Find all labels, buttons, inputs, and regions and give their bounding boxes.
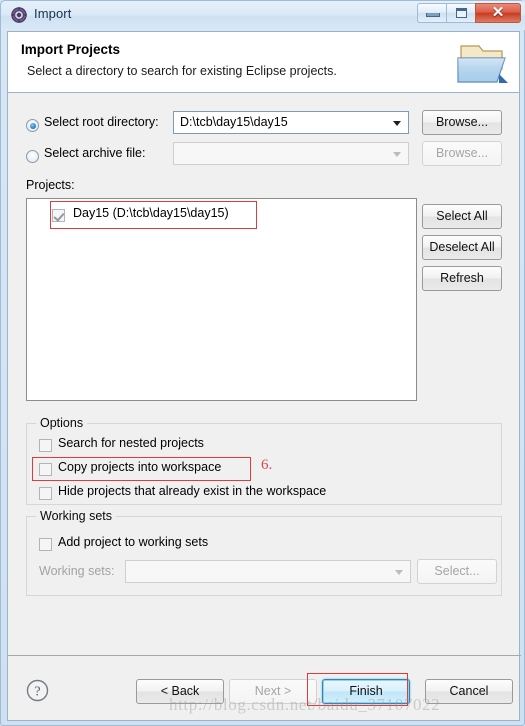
maximize-icon [456, 8, 467, 18]
chevron-down-icon [393, 152, 401, 157]
checkbox-add-project-to-working-sets[interactable] [39, 538, 52, 551]
label-select-archive-file: Select archive file: [44, 146, 146, 160]
label-select-root-directory: Select root directory: [44, 115, 159, 129]
cancel-button[interactable]: Cancel [425, 679, 513, 704]
maximize-button[interactable] [446, 3, 475, 23]
radio-select-root-directory[interactable] [26, 119, 39, 132]
svg-text:?: ? [34, 685, 40, 700]
chevron-down-icon [395, 570, 403, 575]
page-title: Import Projects [21, 42, 121, 57]
eclipse-import-icon [11, 7, 27, 23]
footer-separator [8, 655, 521, 656]
import-dialog-window: Import ✕ Import Projects Select a direct… [0, 0, 525, 726]
next-button: Next > [229, 679, 317, 704]
working-sets-group-title: Working sets [36, 509, 117, 523]
label-add-project-to-working-sets: Add project to working sets [58, 535, 209, 549]
projects-listbox[interactable]: Day15 (D:\tcb\day15\day15) [26, 198, 417, 401]
back-button[interactable]: < Back [136, 679, 224, 704]
browse-archive-file-button: Browse... [422, 141, 502, 166]
checkbox-search-nested-projects[interactable] [39, 439, 52, 452]
archive-file-combo [173, 142, 409, 165]
minimize-button[interactable] [417, 3, 446, 23]
minimize-icon [426, 13, 440, 17]
project-checkbox[interactable] [52, 209, 65, 222]
working-sets-combo [125, 560, 411, 583]
working-sets-group [26, 516, 502, 596]
browse-root-directory-button[interactable]: Browse... [422, 110, 502, 135]
chevron-down-icon [393, 121, 401, 126]
root-directory-value: D:\tcb\day15\day15 [180, 115, 288, 129]
dialog-header: Import Projects Select a directory to se… [7, 31, 520, 93]
deselect-all-button[interactable]: Deselect All [422, 235, 502, 260]
select-all-button[interactable]: Select All [422, 204, 502, 229]
checkbox-copy-projects-into-workspace[interactable] [39, 463, 52, 476]
import-folder-icon [455, 36, 511, 90]
label-copy-projects-into-workspace: Copy projects into workspace [58, 460, 222, 474]
page-subtitle: Select a directory to search for existin… [27, 64, 337, 78]
dialog-body: Select root directory: D:\tcb\day15\day1… [7, 93, 520, 655]
window-title: Import [34, 6, 72, 21]
projects-label: Projects: [26, 178, 75, 192]
refresh-button[interactable]: Refresh [422, 266, 502, 291]
radio-select-archive-file[interactable] [26, 150, 39, 163]
annotation-step-number: 6. [261, 457, 273, 473]
screenshot-root: Import ✕ Import Projects Select a direct… [0, 0, 525, 726]
close-icon: ✕ [491, 4, 505, 21]
root-directory-combo[interactable]: D:\tcb\day15\day15 [173, 111, 409, 134]
working-sets-field-label: Working sets: [39, 564, 115, 578]
finish-button[interactable]: Finish [322, 679, 410, 704]
label-search-nested-projects: Search for nested projects [58, 436, 204, 450]
options-group-title: Options [36, 416, 88, 430]
window-titlebar[interactable]: Import ✕ [1, 1, 525, 30]
help-icon[interactable]: ? [26, 679, 49, 702]
dialog-footer: ? < Back Next > Finish Cancel [7, 655, 521, 721]
project-label: Day15 (D:\tcb\day15\day15) [73, 206, 229, 220]
window-controls: ✕ [417, 3, 521, 23]
close-button[interactable]: ✕ [475, 3, 521, 23]
working-sets-select-button: Select... [417, 559, 497, 584]
label-hide-existing-projects: Hide projects that already exist in the … [58, 484, 327, 498]
checkbox-hide-existing-projects[interactable] [39, 487, 52, 500]
